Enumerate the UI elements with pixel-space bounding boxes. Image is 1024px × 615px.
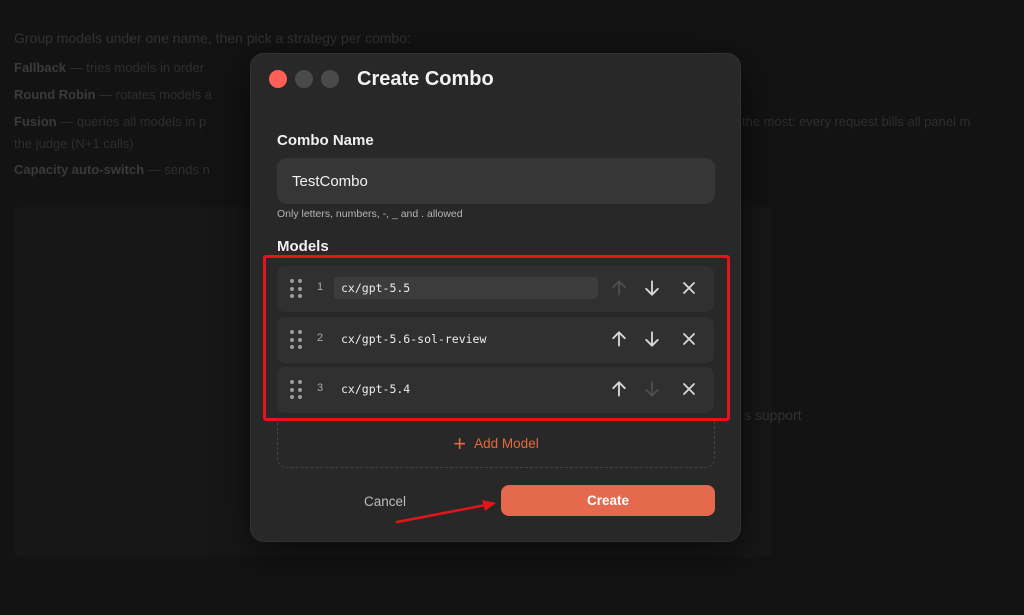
model-row-1: 1 cx/gpt-5.5: [277, 266, 714, 312]
create-button[interactable]: Create: [501, 485, 715, 516]
strategy-fusion: Fusion — queries all models in p: [14, 114, 207, 129]
strategy-fusion-continued: the judge (N+1 calls): [14, 136, 134, 151]
add-model-button[interactable]: + Add Model: [277, 420, 715, 468]
strategy-round-robin: Round Robin — rotates models a: [14, 87, 212, 102]
strategy-fusion-tail: the most: every request bills all panel …: [742, 114, 971, 129]
background-extra-text: s support: [744, 407, 802, 423]
strategy-fallback: Fallback — tries models in order: [14, 60, 205, 75]
move-down-icon[interactable]: [640, 276, 664, 300]
drag-handle-icon[interactable]: [290, 330, 302, 350]
remove-model-icon[interactable]: [677, 276, 701, 300]
drag-handle-icon[interactable]: [290, 380, 302, 400]
model-row-3: 3 cx/gpt-5.4: [277, 367, 714, 413]
models-label: Models: [277, 238, 329, 255]
combo-name-input[interactable]: TestCombo: [277, 158, 715, 204]
remove-model-icon[interactable]: [677, 377, 701, 401]
model-index: 1: [317, 281, 324, 293]
move-down-icon: [640, 377, 664, 401]
move-up-icon[interactable]: [607, 377, 631, 401]
dialog-title: Create Combo: [357, 68, 494, 90]
remove-model-icon[interactable]: [677, 327, 701, 351]
annotation-arrow-icon: [395, 500, 496, 524]
strategy-capacity-auto-switch: Capacity auto-switch — sends n: [14, 162, 210, 177]
close-window-button[interactable]: [269, 70, 287, 88]
maximize-window-button[interactable]: [321, 70, 339, 88]
combo-name-hint: Only letters, numbers, -, _ and . allowe…: [277, 208, 463, 220]
model-index: 3: [317, 382, 324, 394]
model-name-input[interactable]: cx/gpt-5.5: [334, 277, 598, 299]
move-up-icon[interactable]: [607, 327, 631, 351]
model-row-2: 2 cx/gpt-5.6-sol-review: [277, 317, 714, 363]
move-up-icon: [607, 276, 631, 300]
minimize-window-button[interactable]: [295, 70, 313, 88]
add-model-label: Add Model: [474, 436, 539, 451]
model-index: 2: [317, 332, 324, 344]
model-name[interactable]: cx/gpt-5.6-sol-review: [334, 328, 486, 350]
background-intro: Group models under one name, then pick a…: [14, 30, 411, 46]
create-combo-dialog: Create Combo Combo Name TestCombo Only l…: [250, 53, 741, 542]
model-name[interactable]: cx/gpt-5.4: [334, 378, 410, 400]
window-controls: [269, 70, 339, 88]
combo-name-label: Combo Name: [277, 132, 374, 149]
plus-icon: +: [453, 430, 467, 456]
move-down-icon[interactable]: [640, 327, 664, 351]
drag-handle-icon[interactable]: [290, 279, 302, 299]
